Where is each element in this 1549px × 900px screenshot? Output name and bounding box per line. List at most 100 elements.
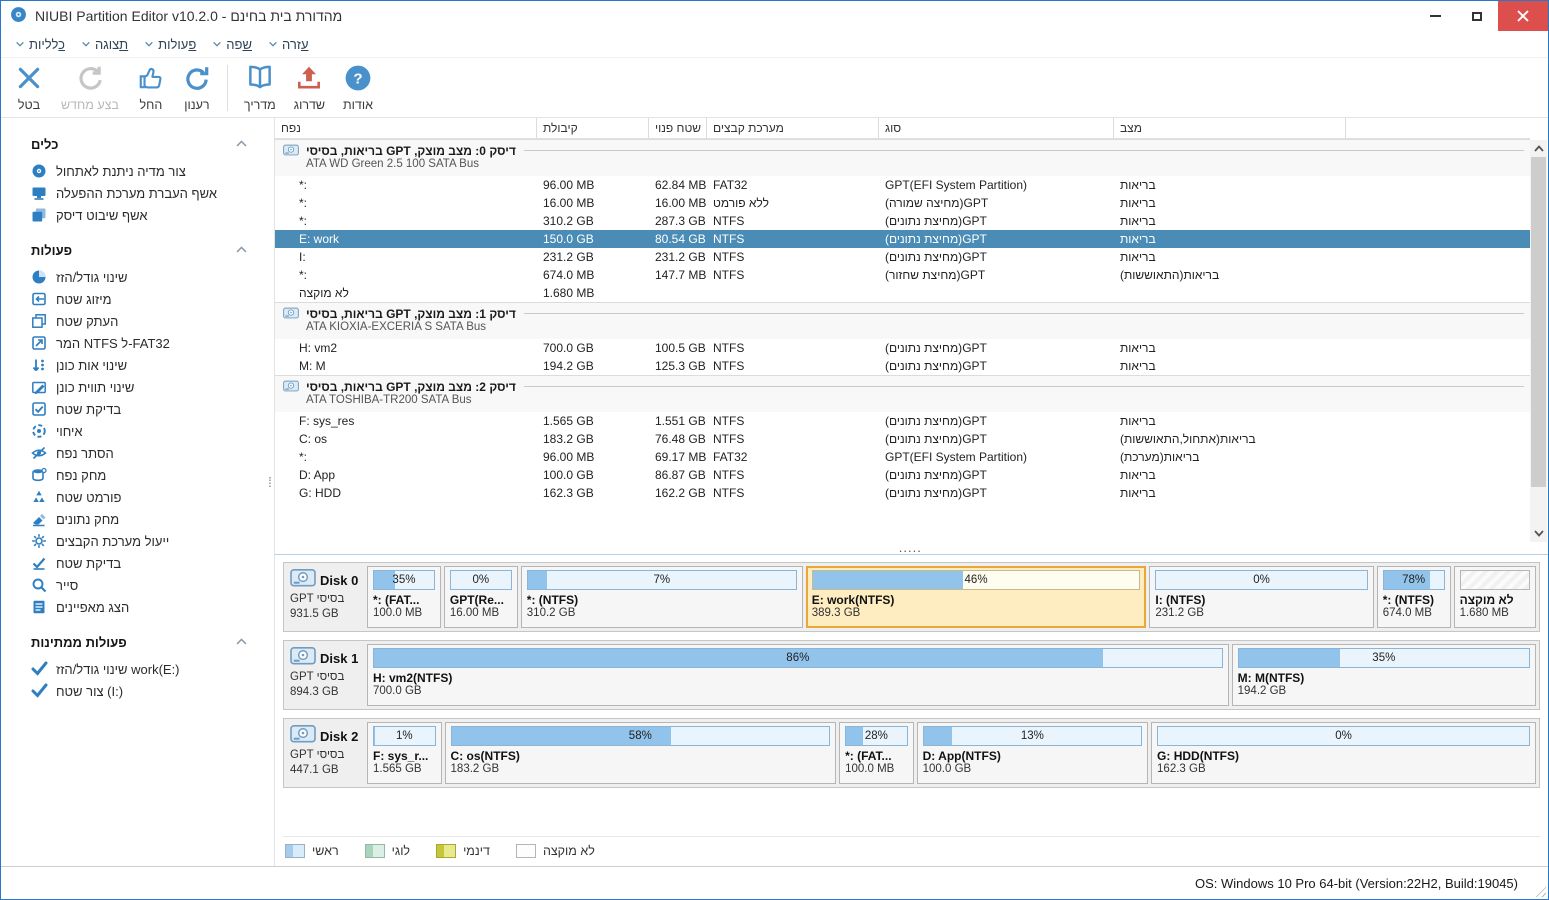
- column-header-empty[interactable]: [1346, 118, 1530, 138]
- column-header-type[interactable]: סוג: [879, 118, 1114, 138]
- sidebar-splitter[interactable]: ⁞: [266, 475, 274, 489]
- partition-size: 310.2 GB: [526, 607, 576, 619]
- section-header-tools[interactable]: כלים: [1, 128, 274, 160]
- table-row[interactable]: F: sys_res 1.565 GB 1.551 GB NTFS GPT(מחיצת …: [275, 412, 1530, 430]
- gear-icon: [31, 533, 47, 549]
- table-row[interactable]: C: os 183.2 GB 76.48 GB NTFS GPT(מחיצת נתוני…: [275, 430, 1530, 448]
- table-row[interactable]: I: 231.2 GB 231.2 GB NTFS GPT(מחיצת נתונים) ב…: [275, 248, 1530, 266]
- undo-button[interactable]: בטל: [6, 60, 52, 116]
- partition-size: 231.2 GB: [1155, 607, 1204, 619]
- scroll-up-icon[interactable]: [1530, 140, 1547, 157]
- sidebar-item-optimize-fs[interactable]: ייעול מערכת הקבצים: [1, 530, 274, 552]
- disk-group-row[interactable]: דיסק 1: מצב מוצק, GPT בריאות, בסיסי ATA K…: [275, 302, 1530, 339]
- partition-block[interactable]: 46% E: work(NTFS) 389.3 GB: [805, 566, 1147, 628]
- sidebar-item-optimize-fs-label: ייעול מערכת הקבצים: [56, 533, 170, 549]
- menu-operations[interactable]: פעולות: [136, 33, 204, 56]
- disk-panel-label[interactable]: Disk 0 GPT בסיסי 931.5 GB: [287, 566, 367, 628]
- table-row[interactable]: D: App 100.0 GB 86.87 GB NTFS GPT(מחיצת נתונ…: [275, 466, 1530, 484]
- column-header-capacity[interactable]: קיבולת: [537, 118, 649, 138]
- sidebar-item-convert-ntfs[interactable]: המר NTFS ל-FAT32: [1, 332, 274, 354]
- sidebar-item-format-volume[interactable]: פורמט שטח: [1, 486, 274, 508]
- sidebar-item-copy-volume[interactable]: העתק שטח: [1, 310, 274, 332]
- disk-bus-info: ATA TOSHIBA-TR200 SATA Bus: [306, 394, 472, 406]
- sidebar-item-explore[interactable]: סייר: [1, 574, 274, 596]
- table-row[interactable]: לא מוקצה 1.680 MB: [275, 284, 1530, 302]
- table-row[interactable]: *: 310.2 GB 287.3 GB NTFS GPT(מחיצת נתונים) ב…: [275, 212, 1530, 230]
- minimize-button[interactable]: [1414, 1, 1456, 31]
- partition-block[interactable]: 7% *: (NTFS) 310.2 GB: [520, 566, 803, 628]
- sidebar-item-change-label[interactable]: שינוי תווית כונן: [1, 376, 274, 398]
- partition-block[interactable]: 86% H: vm2(NTFS) 700.0 GB: [367, 644, 1229, 706]
- menu-language[interactable]: שפה: [204, 33, 260, 56]
- partition-name: C: os(NTFS): [450, 749, 520, 763]
- menu-help[interactable]: עזרה: [260, 33, 317, 56]
- partition-block[interactable]: 13% D: App(NTFS) 100.0 GB: [916, 722, 1149, 784]
- menu-general[interactable]: כלליות: [7, 33, 73, 56]
- sidebar-item-wipe-data[interactable]: מחק נתונים: [1, 508, 274, 530]
- partition-block[interactable]: 1% F: sys_r... 1.565 GB: [367, 722, 442, 784]
- table-row[interactable]: E: work 150.0 GB 80.54 GB NTFS GPT(מחיצת נתו…: [275, 230, 1530, 248]
- disk-group-row[interactable]: דיסק 2: מצב מוצק, GPT בריאות, בסיסי ATA T…: [275, 375, 1530, 412]
- vertical-scrollbar[interactable]: [1530, 140, 1547, 542]
- table-row[interactable]: H: vm2 700.0 GB 100.5 GB NTFS GPT(מחיצת נתונ…: [275, 339, 1530, 357]
- maximize-button[interactable]: [1456, 1, 1498, 31]
- partition-block[interactable]: 35% *: (FAT... 100.0 MB: [367, 566, 441, 628]
- partition-name: M: M(NTFS): [1237, 671, 1305, 685]
- partition-block-unallocated[interactable]: לא מוקצה 1.680 MB: [1453, 566, 1537, 628]
- partition-block[interactable]: 0% I: (NTFS) 231.2 GB: [1149, 566, 1374, 628]
- column-header-volume[interactable]: נפח: [275, 118, 537, 138]
- disk-panel-label[interactable]: Disk 1 GPT בסיסי 894.3 GB: [287, 644, 367, 706]
- resize-grip[interactable]: [1533, 884, 1546, 897]
- menu-view[interactable]: תצוגה: [73, 33, 136, 56]
- section-header-operations[interactable]: פעולות: [1, 234, 274, 266]
- menu-general-label: כלליות: [29, 36, 65, 52]
- table-row[interactable]: G: HDD 162.3 GB 162.2 GB NTFS GPT(מחיצת נתונ…: [275, 484, 1530, 502]
- volume-table: נפח קיבולת שטח פנוי מערכת קבצים סוג מצב דיסק …: [275, 118, 1548, 555]
- cell-type: GPT(מחיצת נתונים): [885, 359, 987, 373]
- sidebar-item-check-volume[interactable]: בדיקת שטח: [1, 398, 274, 420]
- disk-panel-label[interactable]: Disk 2 GPT בסיסי 447.1 GB: [287, 722, 367, 784]
- usage-bar: 0%: [449, 570, 512, 590]
- scrollbar-thumb[interactable]: [1531, 157, 1546, 487]
- chevron-down-icon: [144, 40, 154, 48]
- apply-button[interactable]: החל: [128, 60, 174, 116]
- sidebar-item-disk-clone[interactable]: אשף שיבוט דיסק: [1, 204, 274, 226]
- sidebar-item-hide-volume[interactable]: הסתר נפח: [1, 442, 274, 464]
- column-header-free-space[interactable]: שטח פנוי: [649, 118, 707, 138]
- table-row[interactable]: *: 674.0 MB 147.7 MB NTFS GPT(מחיצת שחזור) בר…: [275, 266, 1530, 284]
- guide-button[interactable]: מדריך: [235, 60, 285, 116]
- section-header-pending[interactable]: פעולות ממתינות: [1, 626, 274, 658]
- partition-block[interactable]: 0% G: HDD(NTFS) 162.3 GB: [1151, 722, 1537, 784]
- redo-icon: [76, 64, 104, 95]
- column-header-file-system[interactable]: מערכת קבצים: [707, 118, 879, 138]
- disk-group-row[interactable]: דיסק 0: מצב מוצק, GPT בריאות, בסיסי ATA W…: [275, 139, 1530, 176]
- sidebar-item-bootable-media[interactable]: צור מדיה ניתנת לאתחול: [1, 160, 274, 182]
- column-header-status[interactable]: מצב: [1114, 118, 1346, 138]
- partition-block[interactable]: 78% *: (NTFS) 674.0 MB: [1376, 566, 1451, 628]
- sidebar-item-merge-volume[interactable]: מיזוג שטח: [1, 288, 274, 310]
- scroll-down-icon[interactable]: [1530, 525, 1547, 542]
- sidebar-item-resize-move[interactable]: שינוי גודל/הזז: [1, 266, 274, 288]
- sidebar-item-change-letter[interactable]: שינוי אות כונן: [1, 354, 274, 376]
- close-button[interactable]: [1498, 1, 1548, 31]
- horizontal-splitter[interactable]: .....: [899, 541, 922, 554]
- table-row[interactable]: *: 96.00 MB 69.17 MB FAT32 GPT(EFI System Pa…: [275, 448, 1530, 466]
- sidebar-item-properties[interactable]: הצג מאפיינים: [1, 596, 274, 618]
- about-button[interactable]: ? אודות: [334, 60, 382, 116]
- table-row[interactable]: *: 96.00 MB 62.84 MB FAT32 GPT(EFI System Pa…: [275, 176, 1530, 194]
- sidebar-item-os-migration[interactable]: אשף העברת מערכת ההפעלה: [1, 182, 274, 204]
- sidebar-item-defragment[interactable]: איחוי: [1, 420, 274, 442]
- redo-button[interactable]: בצע מחדש: [52, 60, 128, 116]
- sidebar-item-delete-volume[interactable]: מחק נפח: [1, 464, 274, 486]
- upgrade-button[interactable]: שדרוג: [285, 60, 334, 116]
- refresh-button[interactable]: רענון: [174, 60, 220, 116]
- cell-fs: NTFS: [713, 432, 745, 446]
- partition-block[interactable]: 35% M: M(NTFS) 194.2 GB: [1231, 644, 1536, 706]
- table-row[interactable]: *: 16.00 MB 16.00 MB ללא פורמט GPT(מחיצה שמו…: [275, 194, 1530, 212]
- partition-block[interactable]: 28% *: (FAT... 100.0 MB: [839, 722, 914, 784]
- sidebar-item-surface-test[interactable]: בדיקת שטח: [1, 552, 274, 574]
- table-row[interactable]: M: M 194.2 GB 125.3 GB NTFS GPT(מחיצת נתונים…: [275, 357, 1530, 375]
- partition-block[interactable]: 58% C: os(NTFS) 183.2 GB: [444, 722, 837, 784]
- usage-bar: 58%: [450, 726, 831, 746]
- partition-block[interactable]: 0% GPT(Re... 16.00 MB: [443, 566, 518, 628]
